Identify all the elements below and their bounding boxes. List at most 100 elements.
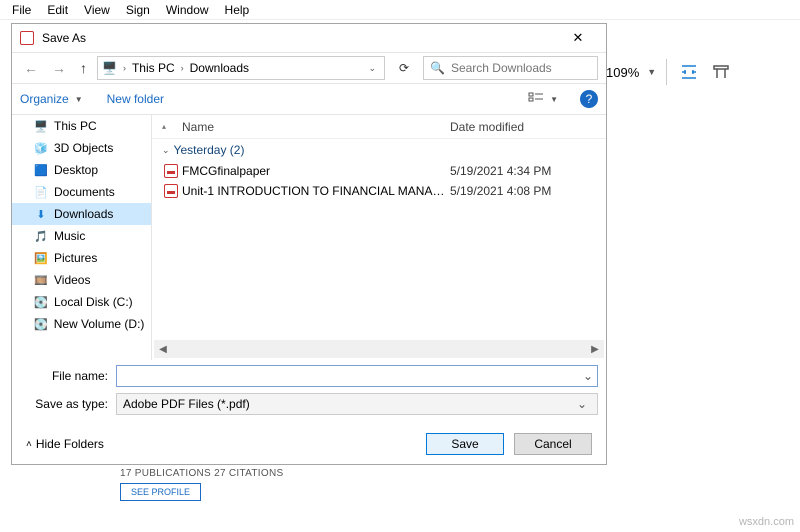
bg-toolbar: 109% ▼ [600, 54, 800, 90]
chevron-right-icon: › [123, 63, 126, 73]
menu-file[interactable]: File [8, 3, 35, 17]
sidebar-item-new-volume-d[interactable]: 💽New Volume (D:)⌄ [12, 313, 151, 335]
group-yesterday[interactable]: ⌄ Yesterday (2) [152, 139, 606, 161]
sidebar: 🖥️ This PC 🧊 3D Objects 🟦 Desktop 📄 Document… [12, 115, 152, 360]
pc-icon: 🖥️ [34, 119, 48, 133]
filename-input-wrap[interactable]: ⌄ [116, 365, 598, 387]
file-date: 5/19/2021 4:34 PM [450, 164, 606, 178]
sidebar-item-label: Videos [54, 273, 90, 287]
filename-label: File name: [20, 369, 116, 383]
disk-icon: 💽 [34, 295, 48, 309]
sidebar-item-local-disk-c[interactable]: 💽Local Disk (C:) [12, 291, 151, 313]
desktop-icon: 🟦 [34, 163, 48, 177]
type-value: Adobe PDF Files (*.pdf) [123, 397, 573, 411]
app-menubar: File Edit View Sign Window Help [0, 0, 800, 20]
sidebar-item-label: Documents [54, 185, 115, 199]
nav-row: ← → ↑ 🖥️ › This PC › Downloads ⌄ ⟳ 🔍 [12, 52, 606, 84]
tool-icon[interactable] [711, 62, 731, 82]
column-headers: ▴ Name Date modified [152, 115, 606, 139]
footer: ˄ Hide Folders Save Cancel [12, 424, 606, 464]
refresh-button[interactable]: ⟳ [391, 56, 417, 80]
pictures-icon: 🖼️ [34, 251, 48, 265]
save-button[interactable]: Save [426, 433, 504, 455]
type-combo[interactable]: Adobe PDF Files (*.pdf) ⌄ [116, 393, 598, 415]
titlebar: Save As ✕ [12, 24, 606, 52]
dialog-title: Save As [42, 31, 558, 45]
file-row[interactable]: FMCGfinalpaper 5/19/2021 4:34 PM [152, 161, 606, 181]
documents-icon: 📄 [34, 185, 48, 199]
menu-view[interactable]: View [80, 3, 114, 17]
sidebar-item-videos[interactable]: 🎞️ Videos [12, 269, 151, 291]
chevron-up-icon: ˄ [26, 439, 32, 450]
col-name[interactable]: Name [176, 120, 450, 134]
pc-icon: 🖥️ [102, 61, 117, 75]
sidebar-item-music[interactable]: 🎵Music [12, 225, 151, 247]
toolbar-row: Organize ▼ New folder ▼ ? [12, 84, 606, 114]
see-profile-button[interactable]: SEE PROFILE [120, 483, 201, 501]
close-button[interactable]: ✕ [558, 24, 598, 52]
downloads-icon: ⬇ [34, 207, 48, 221]
help-button[interactable]: ? [580, 90, 598, 108]
collapse-icon: ⌄ [162, 145, 170, 156]
sidebar-item-label: Desktop [54, 163, 98, 177]
file-area: ▴ Name Date modified ⌄ Yesterday (2) FMC… [152, 115, 606, 360]
scroll-left-icon[interactable]: ◀ [154, 344, 172, 355]
crumb-this-pc[interactable]: This PC [132, 61, 175, 75]
pdf-icon [20, 31, 34, 45]
forward-button[interactable]: → [48, 60, 70, 76]
sidebar-item-desktop[interactable]: 🟦 Desktop [12, 159, 151, 181]
sidebar-item-label: This PC [54, 119, 97, 133]
save-as-dialog: Save As ✕ ← → ↑ 🖥️ › This PC › Downloads… [11, 23, 607, 465]
watermark: wsxdn.com [739, 516, 794, 528]
filename-input[interactable] [121, 369, 575, 383]
chevron-down-icon: ▼ [75, 95, 83, 104]
file-name: Unit-1 INTRODUCTION TO FINANCIAL MANAG..… [182, 184, 450, 198]
hide-folders-button[interactable]: ˄ Hide Folders [26, 437, 104, 451]
sidebar-item-this-pc[interactable]: 🖥️ This PC [12, 115, 151, 137]
col-date[interactable]: Date modified [450, 120, 606, 134]
chevron-down-icon: ▼ [550, 95, 558, 104]
sidebar-item-label: 3D Objects [54, 141, 113, 155]
menu-window[interactable]: Window [162, 3, 213, 17]
group-label: Yesterday (2) [174, 143, 245, 157]
up-button[interactable]: ↑ [76, 60, 91, 76]
chevron-down-icon: ⌄ [573, 397, 591, 411]
chevron-down-icon[interactable]: ⌄ [579, 369, 597, 383]
cancel-button[interactable]: Cancel [514, 433, 592, 455]
file-name: FMCGfinalpaper [182, 164, 450, 178]
disk-icon: 💽 [34, 317, 48, 331]
back-button[interactable]: ← [20, 60, 42, 76]
menu-edit[interactable]: Edit [43, 3, 72, 17]
new-folder-button[interactable]: New folder [107, 92, 164, 106]
profile-snippet: 17 PUBLICATIONS 27 CITATIONS SEE PROFILE [120, 468, 283, 501]
search-box[interactable]: 🔍 [423, 56, 598, 80]
3d-icon: 🧊 [34, 141, 48, 155]
pdf-icon [164, 184, 178, 198]
file-row[interactable]: Unit-1 INTRODUCTION TO FINANCIAL MANAG..… [152, 181, 606, 201]
zoom-control[interactable]: 109% ▼ [600, 59, 667, 85]
videos-icon: 🎞️ [34, 273, 48, 287]
breadcrumb[interactable]: 🖥️ › This PC › Downloads ⌄ [97, 56, 385, 80]
sidebar-item-pictures[interactable]: 🖼️ Pictures [12, 247, 151, 269]
music-icon: 🎵 [34, 229, 48, 243]
menu-help[interactable]: Help [221, 3, 254, 17]
hide-folders-label: Hide Folders [36, 437, 104, 451]
sidebar-item-3d-objects[interactable]: 🧊 3D Objects [12, 137, 151, 159]
stats-text: 17 PUBLICATIONS 27 CITATIONS [120, 468, 283, 479]
search-input[interactable] [451, 61, 591, 75]
chevron-down-icon: ▼ [647, 67, 656, 77]
organize-menu[interactable]: Organize [20, 92, 69, 106]
sidebar-item-downloads[interactable]: ⬇Downloads [12, 203, 151, 225]
view-mode-button[interactable] [528, 92, 546, 106]
h-scrollbar[interactable]: ◀ ▶ [154, 340, 604, 358]
chevron-down-icon[interactable]: ⌄ [364, 63, 380, 74]
sidebar-item-documents[interactable]: 📄 Documents [12, 181, 151, 203]
sort-icon[interactable]: ▴ [152, 122, 176, 131]
sidebar-item-label: Pictures [54, 251, 97, 265]
file-date: 5/19/2021 4:08 PM [450, 184, 606, 198]
sidebar-item-label: New Volume (D:) [54, 317, 145, 331]
menu-sign[interactable]: Sign [122, 3, 154, 17]
scroll-right-icon[interactable]: ▶ [586, 344, 604, 355]
crumb-downloads[interactable]: Downloads [190, 61, 249, 75]
fit-width-icon[interactable] [679, 62, 699, 82]
